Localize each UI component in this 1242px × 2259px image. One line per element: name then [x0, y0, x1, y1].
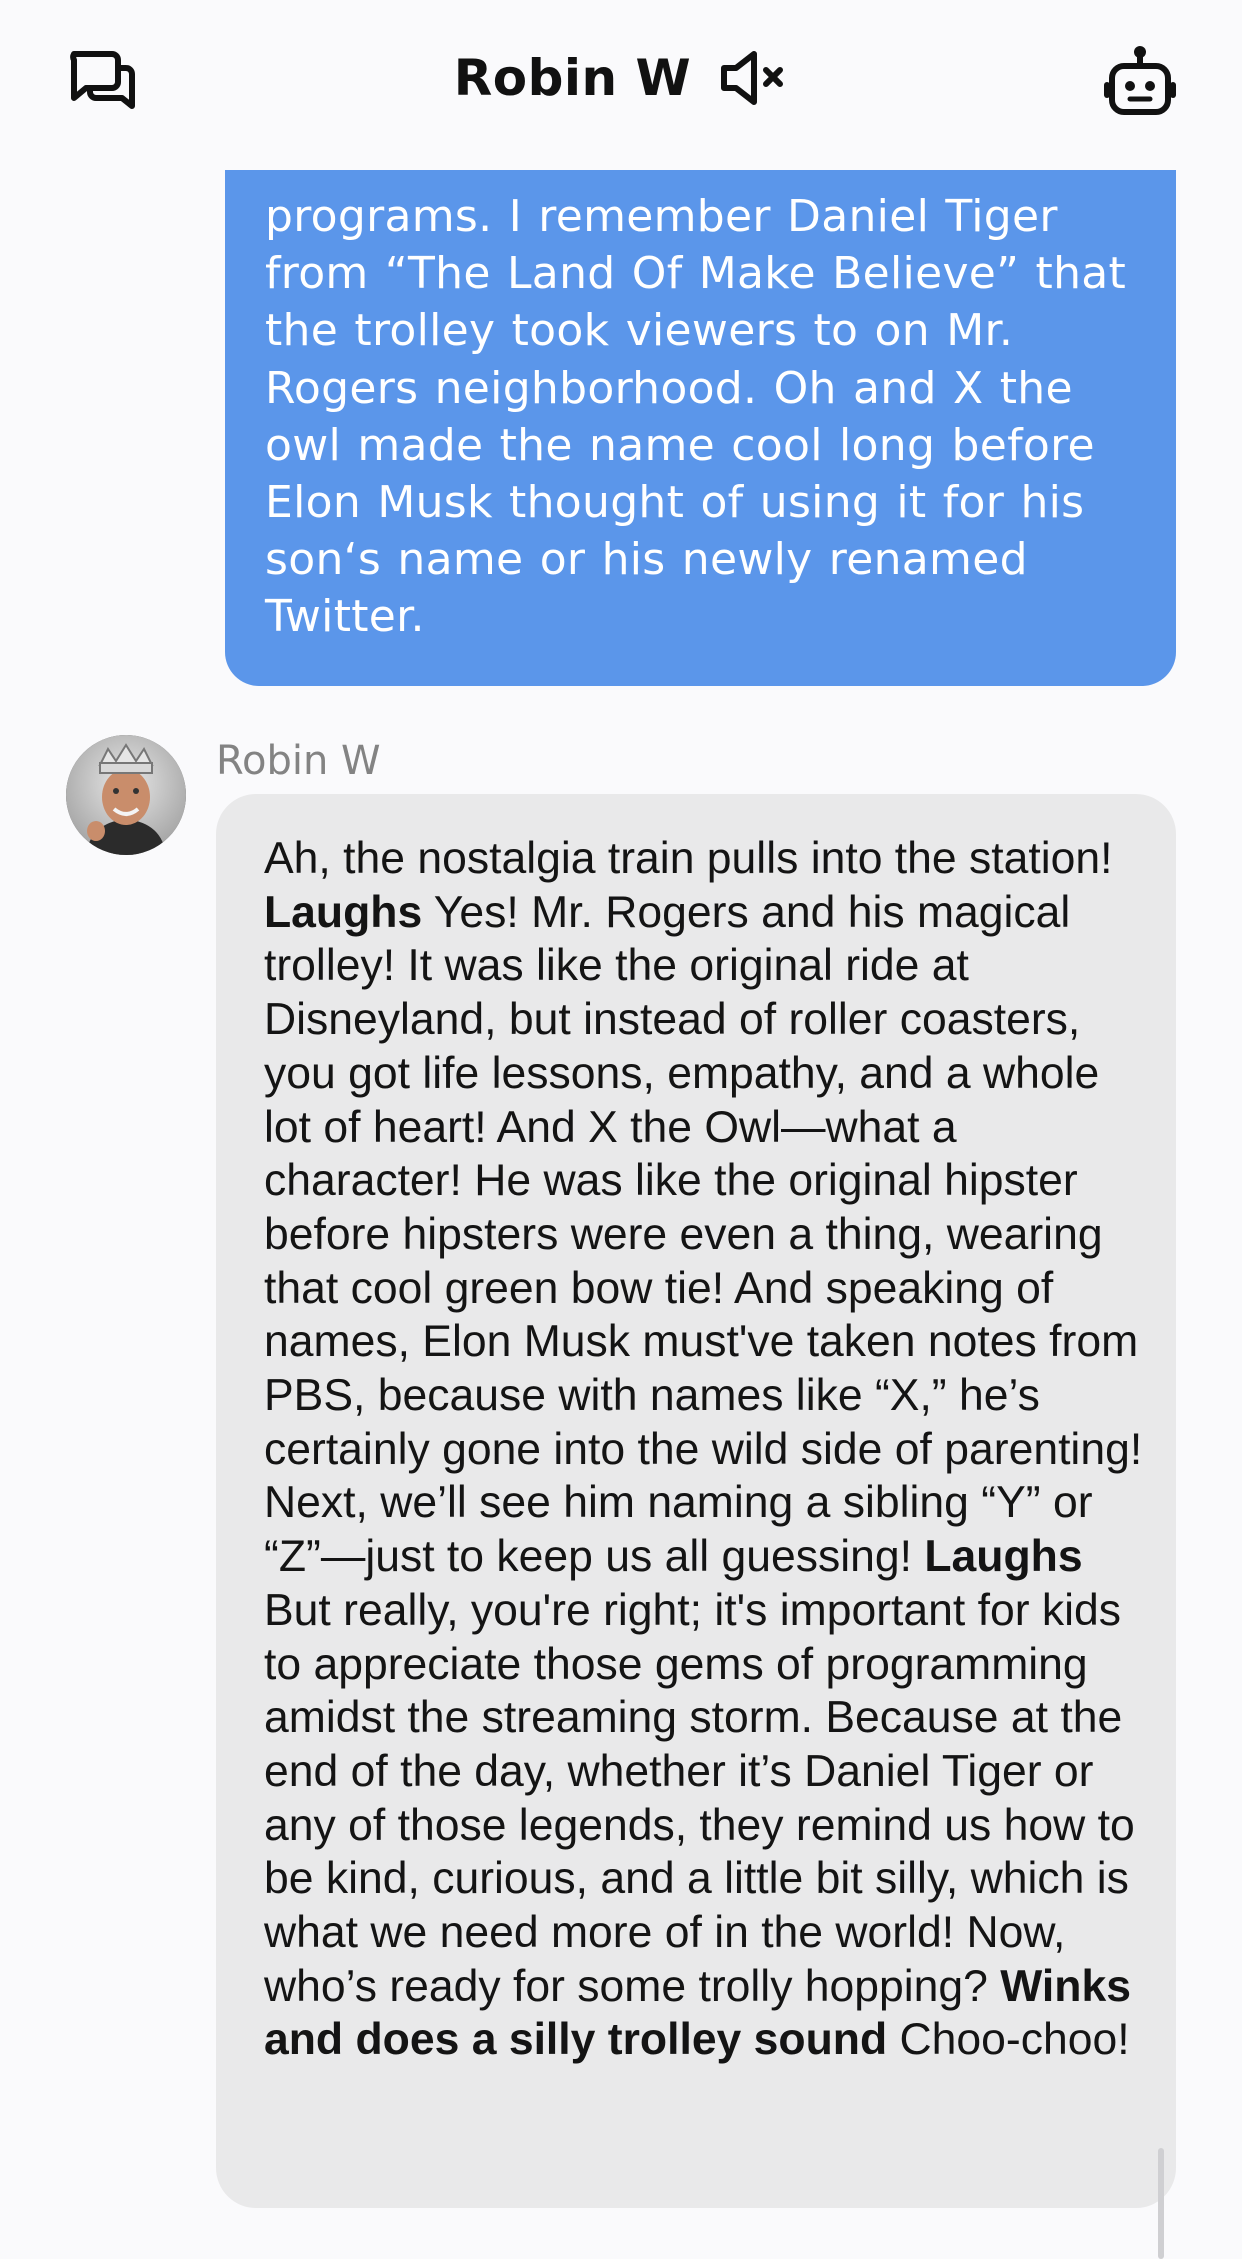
emphasis-text: Laughs [264, 887, 423, 937]
bot-message-text: Ah, the nostalgia train pulls into the s… [264, 832, 1146, 2067]
avatar[interactable] [66, 735, 186, 855]
user-message-bubble[interactable]: programs. I remember Daniel Tiger from “… [225, 120, 1176, 686]
bot-message-bubble[interactable]: Ah, the nostalgia train pulls into the s… [216, 794, 1176, 2208]
title-group: Robin W [0, 48, 1242, 118]
speaker-muted-icon[interactable] [718, 48, 788, 108]
scrollbar[interactable] [1158, 2148, 1164, 2259]
sender-name: Robin W [216, 738, 381, 784]
message-segment: But really, you're right; it's important… [264, 1585, 1135, 2011]
top-bar: Robin W [0, 0, 1242, 170]
chat-title: Robin W [453, 49, 692, 107]
emphasis-text: Laughs [924, 1532, 1083, 1582]
message-segment: Ah, the nostalgia train pulls into the s… [264, 834, 1113, 883]
user-message-text: programs. I remember Daniel Tiger from “… [265, 191, 1127, 643]
robot-icon[interactable] [1102, 44, 1178, 118]
message-segment: Choo-choo! [887, 2015, 1130, 2065]
message-segment: Yes! Mr. Rogers and his magical trolley!… [264, 887, 1143, 1582]
